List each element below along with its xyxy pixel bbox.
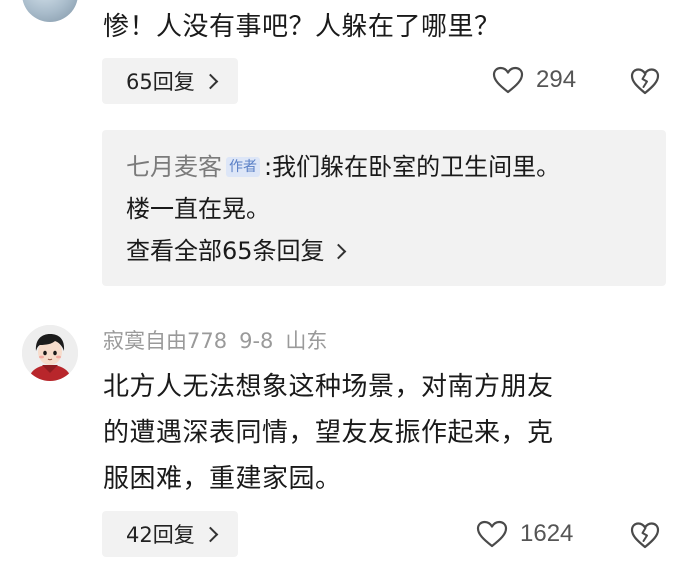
heart-outline-icon	[476, 520, 508, 548]
comment-text-1: 惨！人没有事吧？人躲在了哪里？	[103, 12, 501, 42]
view-all-replies-link[interactable]: 查看全部65条回复	[126, 233, 346, 269]
chevron-right-icon	[202, 526, 219, 543]
comment-meta-2: 寂寞自由778 9-8 山东	[103, 325, 339, 357]
author-badge: 作者	[226, 157, 260, 177]
heart-outline-icon	[492, 66, 524, 94]
chevron-right-icon	[202, 73, 219, 90]
comment-date: 9-8	[239, 329, 274, 353]
sub-reply-box[interactable]: 七月麦客 作者:我们躲在卧室的卫生间里。 楼一直在晃。 查看全部65条回复	[102, 130, 666, 286]
replies-button-label: 42回复	[126, 523, 195, 547]
replies-button-label: 65回复	[126, 70, 195, 94]
chevron-right-icon	[330, 243, 346, 259]
comment-text-2-line-3: 服困难，重建家园。	[103, 464, 342, 494]
sub-reply-text-1: 我们躲在卧室的卫生间里。	[272, 153, 561, 181]
commenter-avatar-top[interactable]	[22, 0, 78, 22]
comment-text-2-line-1: 北方人无法想象这种场景，对南方朋友	[103, 372, 554, 402]
sub-reply-line-1: 七月麦客 作者:我们躲在卧室的卫生间里。	[126, 149, 560, 185]
commenter-avatar[interactable]	[22, 325, 78, 381]
view-all-label: 查看全部65条回复	[126, 237, 325, 265]
username[interactable]: 寂寞自由778	[103, 329, 227, 353]
like-count-1: 294	[536, 66, 577, 93]
broken-heart-icon[interactable]	[630, 67, 660, 95]
like-button-1[interactable]: 294	[492, 66, 576, 94]
sub-reply-separator: :	[264, 153, 273, 181]
broken-heart-icon[interactable]	[630, 521, 660, 549]
comment-text-2-line-2: 的遭遇深表同情，望友友振作起来，克	[103, 418, 554, 448]
sub-reply-author[interactable]: 七月麦客	[126, 153, 222, 181]
like-count-2: 1624	[520, 520, 574, 547]
comment-location: 山东	[285, 329, 328, 353]
sub-reply-text-2: 楼一直在晃。	[126, 195, 270, 223]
like-button-2[interactable]: 1624	[476, 520, 573, 548]
replies-button-1[interactable]: 65回复	[102, 58, 238, 104]
replies-button-2[interactable]: 42回复	[102, 511, 238, 557]
